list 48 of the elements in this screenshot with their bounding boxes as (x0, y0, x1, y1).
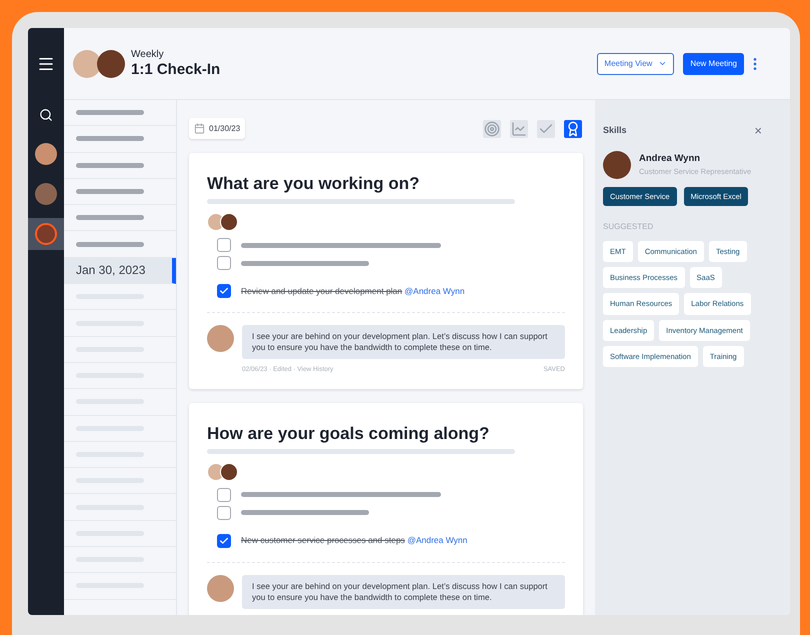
calendar-icon (194, 123, 205, 134)
view-toggle[interactable] (483, 120, 501, 138)
date-field[interactable]: 01/30/23 (189, 118, 246, 139)
avatar (35, 183, 57, 205)
task-checkbox[interactable] (217, 488, 231, 502)
avatar (603, 150, 631, 178)
task-checkbox[interactable] (217, 284, 231, 298)
question-title: How are your goals coming along? (207, 422, 490, 445)
comment-bubble: I see your are behind on your development plan. Let’s discuss how I can support you to ensure you have the bandwidth to complete these on time. (242, 574, 565, 609)
task-checkbox[interactable] (217, 238, 231, 252)
header-subtitle: Weekly (131, 48, 165, 60)
view-toggle[interactable] (564, 120, 582, 138)
person-name: Andrea Wynn (639, 152, 702, 166)
avatar (220, 213, 238, 231)
task-checkbox[interactable] (217, 534, 231, 548)
panel-title: Skills (603, 124, 627, 137)
avatar (97, 50, 125, 78)
date-row[interactable]: Jan 30, 2023 (64, 258, 176, 284)
mention-link[interactable]: @Andrea Wynn (404, 286, 465, 296)
section-label: SUGGESTED (603, 220, 654, 233)
close-button[interactable]: × (754, 124, 762, 138)
question-title: What are you working on? (207, 173, 421, 195)
task-checkbox[interactable] (217, 506, 231, 520)
date-label: Jan 30, 2023 (76, 262, 146, 280)
meeting-view-dropdown[interactable]: Meeting View (597, 52, 674, 74)
task-checkbox[interactable] (217, 256, 231, 270)
search-icon[interactable] (39, 108, 53, 122)
comment-bubble: I see your are behind on your development plan. Let’s discuss how I can support you to ensure you have the bandwidth to complete these on time. (242, 325, 565, 359)
avatar (35, 223, 57, 245)
view-toggle[interactable] (510, 120, 528, 138)
chevron-down-icon (658, 59, 668, 68)
chart-line-icon (511, 120, 527, 136)
page-title: 1:1 Check-In (131, 60, 220, 78)
view-toggle[interactable] (537, 120, 555, 138)
avatar (73, 50, 101, 78)
check-icon (219, 286, 229, 296)
avatar (207, 325, 234, 352)
new-meeting-button[interactable]: New Meeting (683, 52, 744, 74)
avatar (207, 574, 234, 602)
avatar (220, 462, 238, 481)
check-icon (219, 536, 229, 546)
task-text: New customer service processes and steps (241, 535, 405, 546)
task-text: Review and update your development plan (241, 286, 402, 296)
target-icon (484, 120, 500, 136)
avatar (35, 143, 57, 165)
menu-icon[interactable] (37, 55, 55, 73)
person-tab[interactable] (28, 218, 64, 250)
mention-link[interactable]: @Andrea Wynn (407, 535, 468, 546)
